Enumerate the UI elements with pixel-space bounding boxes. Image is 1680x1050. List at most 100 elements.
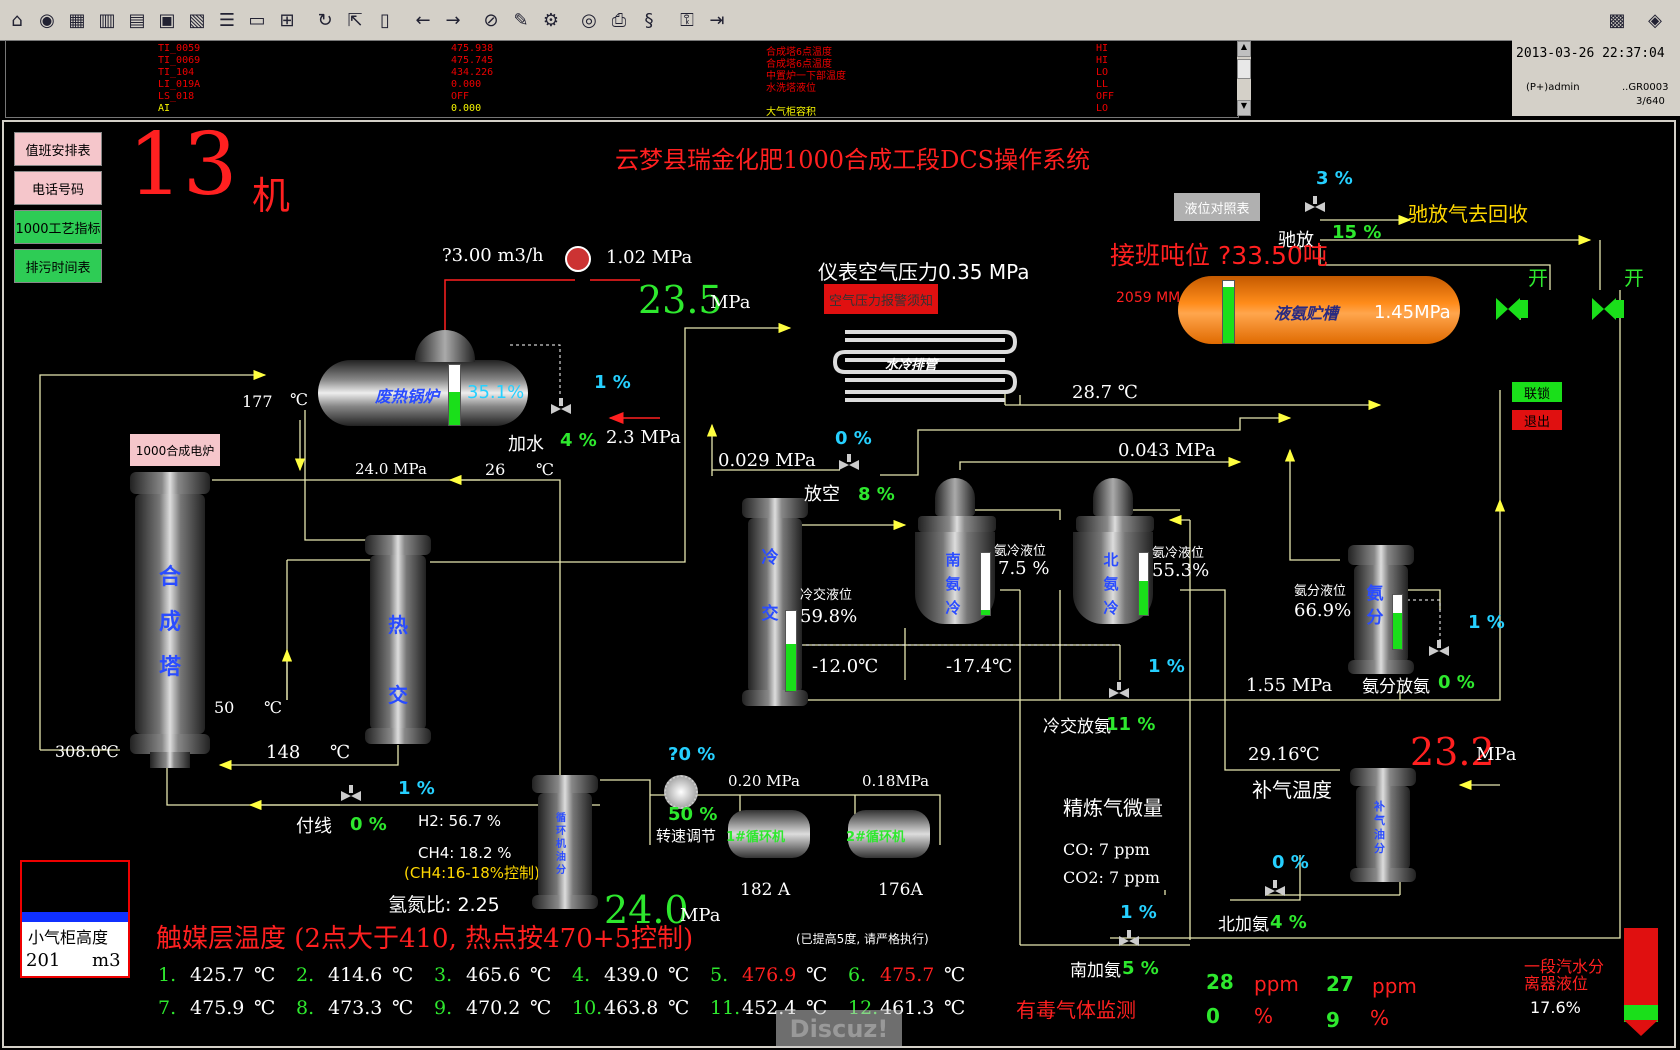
machine-suffix: 机 bbox=[252, 174, 291, 218]
gasholder-value: 201 bbox=[26, 950, 61, 971]
machine-number: 13 bbox=[128, 115, 238, 215]
north-add-valve-icon[interactable] bbox=[1264, 880, 1286, 900]
catalyst-point-number: 7. bbox=[158, 997, 177, 1019]
catalyst-point-value: 439.0 bbox=[604, 964, 659, 986]
south-add-pct: 5 % bbox=[1122, 958, 1159, 979]
comp1-current: 182 A bbox=[740, 880, 791, 900]
toxic-1-value: 28 bbox=[1206, 970, 1234, 994]
speed-pct: 50 % bbox=[668, 804, 718, 825]
sep-label: 氨分 bbox=[1360, 582, 1390, 630]
valve-open-2: 开 bbox=[1624, 266, 1644, 290]
shutoff-valve-2-icon[interactable] bbox=[1590, 294, 1626, 324]
north-lbl-char: 北 bbox=[1103, 551, 1119, 569]
pressure-155: 1.55 MPa bbox=[1246, 675, 1333, 696]
temp-287: 28.7 ℃ bbox=[1072, 382, 1138, 403]
coldex-level: 59.8% bbox=[800, 606, 858, 627]
coldex-lbl-char: 交 bbox=[761, 604, 779, 624]
sep-release-valve-icon[interactable] bbox=[1428, 640, 1450, 660]
comp2-label: 2#循环机 bbox=[846, 830, 905, 845]
interlock-button[interactable]: 联锁 bbox=[1512, 382, 1562, 402]
pressure-big-1-unit: MPa bbox=[710, 292, 751, 313]
catalyst-point-value: 463.8 bbox=[604, 997, 659, 1019]
tower-cap-top bbox=[130, 472, 210, 494]
vent-valve-pct: 0 % bbox=[835, 428, 872, 449]
down-arrow-icon bbox=[1624, 1020, 1658, 1036]
coldex-lbl-char: 冷 bbox=[761, 548, 779, 568]
furnace-button[interactable]: 1000合成电炉 bbox=[130, 434, 220, 466]
catalyst-point-unit: ℃ bbox=[944, 997, 966, 1019]
valve-open-1: 开 bbox=[1528, 266, 1548, 290]
makeup-sep-cap bbox=[1350, 768, 1416, 786]
south-add-valve-icon[interactable] bbox=[1118, 930, 1140, 950]
left-button-4[interactable]: 排污时间表 bbox=[14, 249, 102, 283]
temp-50: 50 bbox=[214, 698, 235, 717]
hx-cap-top bbox=[365, 535, 431, 555]
tower-cap-bottom bbox=[130, 734, 210, 754]
watermark: Discuz! bbox=[776, 1010, 902, 1048]
sep1-level: 17.6% bbox=[1530, 998, 1581, 1017]
temp-2916: 29.16℃ bbox=[1248, 744, 1320, 765]
level-compare-button[interactable]: 液位对照表 bbox=[1174, 193, 1260, 221]
south-lbl-char: 氨 bbox=[945, 575, 961, 593]
purge-valve-icon[interactable] bbox=[1304, 196, 1326, 216]
sep-level: 66.9% bbox=[1294, 600, 1352, 621]
boiler-level: 35.1% bbox=[467, 382, 525, 403]
exit-button[interactable]: 退出 bbox=[1512, 410, 1562, 430]
catalyst-point-unit: ℃ bbox=[254, 964, 276, 986]
left-button-3[interactable]: 1000工艺指标 bbox=[14, 210, 102, 244]
flowmeter-icon[interactable] bbox=[565, 246, 591, 272]
vent-pct: 8 % bbox=[858, 484, 895, 505]
catalyst-point-value: 425.7 bbox=[190, 964, 245, 986]
vent-valve-icon[interactable] bbox=[838, 454, 860, 474]
catalyst-point-unit: ℃ bbox=[392, 964, 414, 986]
shutoff-valve-1-icon[interactable] bbox=[1494, 294, 1530, 324]
catalyst-point-number: 5. bbox=[710, 964, 729, 986]
left-button-2[interactable]: 电话号码 bbox=[14, 171, 102, 205]
side-line-label: 付线 bbox=[296, 816, 332, 837]
sep-level-bar bbox=[1392, 594, 1403, 650]
instrument-air-pressure: 仪表空气压力0.35 MPa bbox=[818, 260, 1030, 284]
coldex-level-label: 冷交液位 bbox=[800, 588, 853, 603]
north-level-bar bbox=[1138, 552, 1149, 616]
temp-m12: -12.0℃ bbox=[812, 656, 879, 677]
side-line-valve-icon[interactable] bbox=[340, 785, 362, 805]
refined-gas-title: 精炼气微量 bbox=[1063, 796, 1163, 820]
h2-reading: H2: 56.7 % bbox=[418, 812, 502, 830]
hx-cap-bottom bbox=[365, 728, 431, 744]
temp-177-unit: ℃ bbox=[290, 390, 308, 409]
left-button-1[interactable]: 值班安排表 bbox=[14, 132, 102, 166]
hx-lbl-char: 热 bbox=[388, 613, 408, 637]
catalyst-point-value: 473.3 bbox=[328, 997, 383, 1019]
south-cooler-dome bbox=[935, 478, 975, 516]
coldex-cap-bottom bbox=[742, 690, 808, 706]
sep-level-label: 氨分液位 bbox=[1294, 584, 1347, 599]
south-level-label: 氨冷液位 bbox=[994, 544, 1047, 559]
catalyst-point-value: 475.7 bbox=[880, 964, 935, 986]
pressure-big-3-unit: MPa bbox=[1476, 744, 1517, 765]
tower-base bbox=[150, 752, 190, 768]
handover-level: 接班吨位 ?33.50吨 bbox=[1110, 241, 1328, 270]
catalyst-point-number: 9. bbox=[434, 997, 453, 1019]
sep-lbl-char: 氨 bbox=[1366, 584, 1384, 604]
south-level-bar bbox=[980, 552, 991, 616]
catalyst-point-value: 470.2 bbox=[466, 997, 521, 1019]
sep-valve-pct: 1 % bbox=[1468, 612, 1505, 633]
water-valve-icon[interactable] bbox=[550, 398, 572, 418]
north-level: 55.3% bbox=[1152, 560, 1210, 581]
air-alarm-button[interactable]: 空气压力报警须知 bbox=[824, 284, 938, 314]
comp2-current: 176A bbox=[878, 880, 923, 900]
hn-ratio: 氢氮比: 2.25 bbox=[388, 894, 500, 916]
coldex-release-valve-icon[interactable] bbox=[1108, 682, 1130, 702]
catalyst-point-unit: ℃ bbox=[530, 997, 552, 1019]
tower-lbl-char: 塔 bbox=[158, 654, 181, 680]
catalyst-point-unit: ℃ bbox=[392, 997, 414, 1019]
vent-label: 放空 bbox=[804, 484, 840, 505]
catalyst-point-number: 10. bbox=[572, 997, 603, 1019]
toxic-3-unit: % bbox=[1254, 1004, 1274, 1028]
gasholder-unit: m3 bbox=[92, 950, 121, 971]
catalyst-point-value: 414.6 bbox=[328, 964, 383, 986]
makeup-sep-base bbox=[1350, 868, 1416, 882]
coldex-cap-top bbox=[742, 498, 808, 518]
speed-top-pct: ?0 % bbox=[668, 744, 716, 765]
top-pressure: 1.02 MPa bbox=[606, 247, 693, 268]
